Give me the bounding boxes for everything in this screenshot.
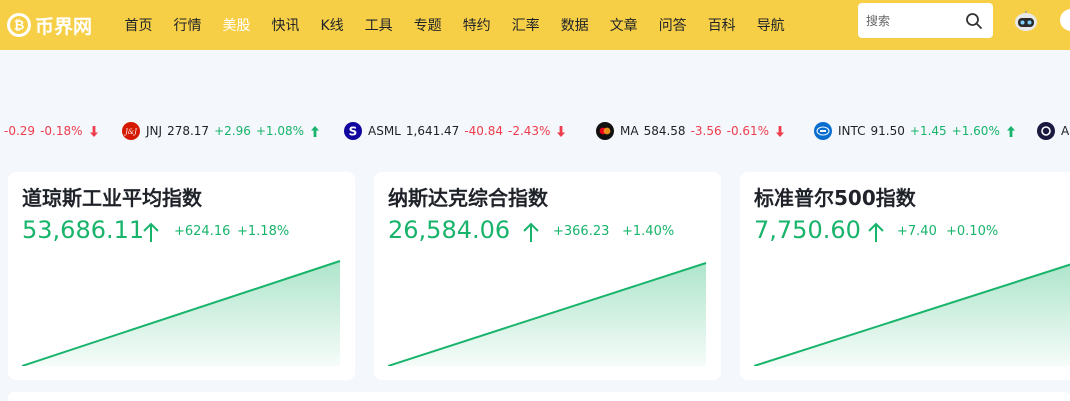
ticker-symbol: A [1061,124,1070,138]
nav-item-tools[interactable]: 工具 [365,15,393,35]
nav-item-articles[interactable]: 文章 [610,15,638,35]
ticker-price: 584.58 [643,124,686,138]
ticker-change: -0.29 [4,124,36,138]
ticker-symbol: ASML [368,124,401,138]
ticker-percent: -2.43% [508,124,551,138]
top-header: ₿ 币界网 首页 行情 美股 快讯 K线 工具 专题 特约 汇率 数据 文章 问… [0,0,1070,50]
index-card-nasdaq[interactable]: 纳斯达克综合指数 26,584.06 +366.23 +1.40% [374,172,721,380]
main-nav: 首页 行情 美股 快讯 K线 工具 专题 特约 汇率 数据 文章 问答 百科 导… [114,0,795,50]
ticker-item[interactable]: INTC 91.50 +1.45 +1.60% [814,114,1016,148]
arrow-up-icon [311,125,320,137]
svg-text:J&J: J&J [123,128,138,136]
index-percent: +1.18% [237,224,290,239]
svg-text:₿: ₿ [14,19,25,34]
index-card-dow-jones[interactable]: 道琼斯工业平均指数 53,686.11 +624.16 +1.18% [8,172,355,380]
ticker-symbol: INTC [838,124,866,138]
arrow-down-icon [776,125,785,137]
index-card-sp500[interactable]: 标准普尔500指数 7,750.60 +7.40 +0.10% [740,172,1070,380]
nav-item-topics[interactable]: 专题 [414,15,442,35]
arrow-down-icon [89,125,98,137]
stock-ticker: -0.29 -0.18% J&J JNJ 278.17 +2.96 +1.08%… [0,114,1070,148]
index-change: +366.23 [553,224,610,239]
nav-item-data[interactable]: 数据 [561,15,589,35]
nav-item-exchange-rate[interactable]: 汇率 [512,15,540,35]
index-change: +624.16 [174,224,231,239]
index-name: 纳斯达克综合指数 [388,186,548,210]
ticker-symbol: MA [620,124,639,138]
jnj-logo-icon: J&J [122,122,140,140]
bitcoin-coin-icon: ₿ [7,13,31,37]
ticker-change: +2.96 [214,124,251,138]
nav-item-home[interactable]: 首页 [125,15,153,35]
ticker-percent: +1.08% [255,124,305,138]
ticker-change: -3.56 [690,124,722,138]
ticker-price: 1,641.47 [405,124,460,138]
nav-item-qa[interactable]: 问答 [659,15,687,35]
ticker-item[interactable]: MA 584.58 -3.56 -0.61% [596,114,785,148]
user-avatar[interactable] [1060,9,1070,31]
index-name: 标准普尔500指数 [754,186,916,210]
index-sparkline [754,263,1070,366]
ticker-price: 278.17 [167,124,210,138]
arrow-up-icon [143,222,159,242]
arrow-up-icon [1006,125,1015,137]
index-sparkline [22,260,341,366]
svg-text:S: S [349,125,358,139]
ticker-price: 91.50 [870,124,905,138]
robot-assistant-icon[interactable] [1013,10,1039,32]
next-section-edge [8,392,1070,401]
arrow-up-icon [868,222,884,242]
ticker-item[interactable]: S ASML 1,641.47 -40.84 -2.43% [344,114,566,148]
logo-text: 币界网 [35,15,93,38]
arrow-down-icon [557,125,566,137]
ticker-percent: -0.61% [726,124,770,138]
asml-logo-icon: S [344,122,362,140]
index-sparkline [388,262,707,366]
index-value: 26,584.06 [388,216,511,244]
ticker-item[interactable]: J&J JNJ 278.17 +2.96 +1.08% [122,114,320,148]
nav-item-kline[interactable]: K线 [321,15,344,35]
index-percent: +0.10% [946,224,999,239]
index-change: +7.40 [897,224,937,239]
ring-logo-icon [1037,122,1055,140]
ticker-percent: -0.18% [40,124,83,138]
intel-logo-icon [814,122,832,140]
ticker-change: +1.45 [909,124,947,138]
ticker-change: -40.84 [464,124,503,138]
ticker-item[interactable]: -0.29 -0.18% [4,114,99,148]
ticker-symbol: JNJ [146,124,163,138]
nav-item-us-stocks[interactable]: 美股 [223,15,251,35]
search-icon[interactable] [965,12,983,30]
search-input[interactable] [866,3,962,38]
nav-item-flash-news[interactable]: 快讯 [272,15,300,35]
nav-item-navigation[interactable]: 导航 [757,15,785,35]
ticker-item[interactable]: A [1037,114,1070,148]
index-percent: +1.40% [622,224,675,239]
nav-item-special[interactable]: 特约 [463,15,491,35]
arrow-up-icon [523,222,539,242]
ticker-percent: +1.60% [951,124,1000,138]
site-logo[interactable]: ₿ 币界网 [7,8,92,42]
index-name: 道琼斯工业平均指数 [22,186,202,210]
nav-item-wiki[interactable]: 百科 [708,15,736,35]
index-value: 53,686.11 [22,216,145,244]
index-value: 7,750.60 [754,216,861,244]
nav-item-market[interactable]: 行情 [174,15,202,35]
search-box[interactable] [858,3,993,38]
mastercard-logo-icon [596,122,614,140]
